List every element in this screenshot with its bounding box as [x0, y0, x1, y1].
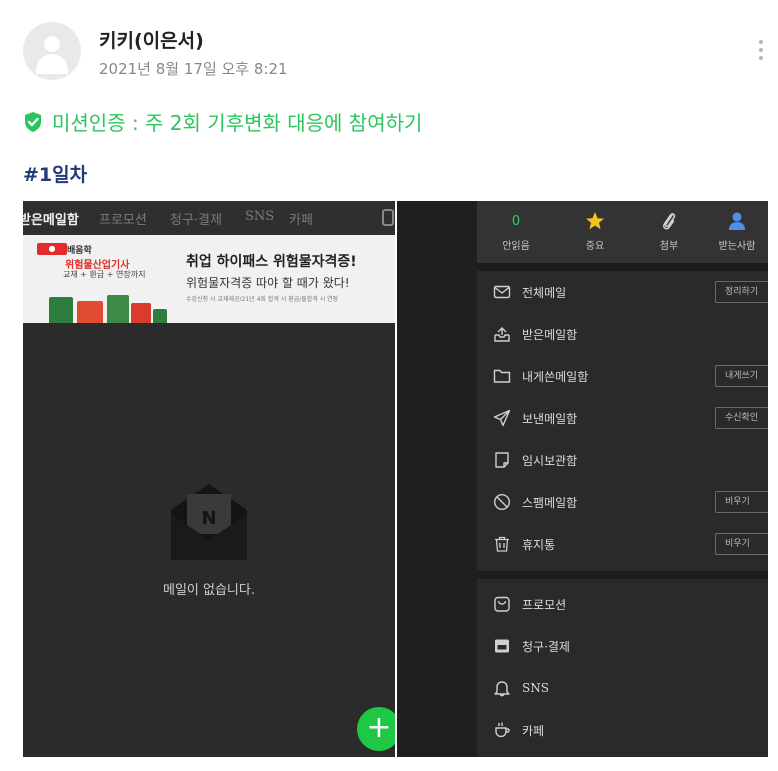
- envelope-mark: N: [201, 508, 216, 529]
- menu-label: 청구·결제: [522, 639, 570, 654]
- ad-school: 배움학: [67, 246, 92, 256]
- sidebar-strip: [397, 201, 477, 757]
- compose-icon[interactable]: [382, 209, 394, 226]
- send-icon: [493, 409, 511, 427]
- mailbox-list: 전체메일 정리하기 받은메일함 내게쓴메일함 내게쓰기 보낸메일함 수신확인 임…: [477, 271, 768, 565]
- ad-subline: 위험물자격증 따야 할 때가 왔다!: [186, 276, 350, 290]
- read-receipt-button[interactable]: 수신확인: [715, 407, 768, 429]
- envelope-icon: [493, 285, 511, 299]
- empty-envelope-icon: N: [171, 484, 247, 560]
- person-icon: [729, 212, 745, 230]
- menu-spam[interactable]: 스팸메일함 비우기: [477, 481, 768, 523]
- tab-cafe[interactable]: 카페: [289, 209, 313, 228]
- menu-label: 카페: [522, 723, 545, 738]
- category-list: 프로모션 청구·결제 SNS 카페: [477, 583, 768, 751]
- paperclip-icon: [663, 213, 676, 230]
- inbox-icon: [494, 327, 510, 342]
- menu-trash[interactable]: 휴지통 비우기: [477, 523, 768, 565]
- write-to-self-button[interactable]: 내게쓰기: [715, 365, 768, 387]
- day-title: #1일차: [23, 164, 88, 186]
- unread-count: 0: [511, 214, 521, 229]
- trash-icon: [495, 536, 509, 552]
- receipt-icon: [495, 639, 509, 653]
- bell-icon: [494, 681, 510, 697]
- ad-banner[interactable]: ● 배움학 위험물산업기사 교재 + 환급 + 연장까지 취업 하이패스 위험물…: [23, 235, 395, 323]
- stat-label: 받는사람: [718, 241, 756, 252]
- block-icon: [493, 493, 511, 511]
- empty-trash-button[interactable]: 비우기: [715, 533, 768, 555]
- menu-label: 스팸메일함: [522, 495, 578, 510]
- more-dot-icon: [759, 48, 763, 52]
- empty-inbox-message: 메일이 없습니다.: [163, 583, 255, 598]
- post-date: 2021년 8월 17일 오후 8:21: [99, 60, 288, 78]
- more-options-button[interactable]: [757, 40, 765, 66]
- compose-fab-button[interactable]: +: [357, 707, 395, 751]
- menu-billing[interactable]: 청구·결제: [477, 625, 768, 667]
- cup-icon: [495, 722, 510, 738]
- ad-headline: 취업 하이패스 위험물자격증!: [186, 254, 357, 270]
- tab-inbox[interactable]: 받은메일함: [23, 209, 79, 228]
- menu-label: 내게쓴메일함: [522, 369, 589, 384]
- gift-box-icon: [107, 295, 129, 323]
- organize-button[interactable]: 정리하기: [715, 281, 768, 303]
- stat-important[interactable]: 중요: [560, 211, 630, 252]
- gift-box-icon: [131, 303, 151, 323]
- gift-box-icon: [153, 309, 167, 323]
- stat-unread[interactable]: 0 안읽음: [481, 211, 551, 252]
- stat-label: 첨부: [659, 241, 679, 252]
- menu-promotion[interactable]: 프로모션: [477, 583, 768, 625]
- mail-stats-bar: 0 안읽음 중요 첨부 받는사람: [477, 201, 768, 263]
- gift-box-icon: [77, 301, 103, 323]
- folder-icon: [493, 369, 511, 383]
- menu-label: 임시보관함: [522, 453, 578, 468]
- inbox-screenshot: 받은메일함 프로모션 청구·결제 SNS 카페 ● 배움학 위험물산업기사 교재…: [23, 201, 395, 757]
- stat-attachment[interactable]: 첨부: [634, 211, 704, 252]
- more-dot-icon: [759, 40, 763, 44]
- section-divider: [477, 571, 768, 579]
- tab-billing[interactable]: 청구·결제: [170, 209, 222, 228]
- menu-sent-to-self[interactable]: 내게쓴메일함 내게쓰기: [477, 355, 768, 397]
- avatar-body: [36, 54, 68, 74]
- tab-promotion[interactable]: 프로모션: [99, 209, 147, 228]
- menu-drafts[interactable]: 임시보관함: [477, 439, 768, 481]
- avatar-head: [44, 36, 60, 52]
- tab-sns[interactable]: SNS: [245, 209, 274, 224]
- menu-label: 보낸메일함: [522, 411, 578, 426]
- menu-label: SNS: [522, 681, 549, 695]
- shield-check-icon: [25, 111, 41, 132]
- menu-cafe[interactable]: 카페: [477, 709, 768, 751]
- menu-inbox[interactable]: 받은메일함: [477, 313, 768, 355]
- star-icon: [586, 212, 604, 230]
- section-divider: [477, 263, 768, 271]
- mission-line: 미션인증 : 주 2회 기후변화 대응에 참여하기: [23, 107, 422, 136]
- mailbox-menu-screenshot: 0 안읽음 중요 첨부 받는사람 전체메일 정리하기 받은메일함 내게쓴메일함 …: [397, 201, 768, 757]
- ad-perks: 교재 + 환급 + 연장까지: [63, 270, 146, 279]
- menu-label: 프로모션: [522, 597, 567, 612]
- empty-spam-button[interactable]: 비우기: [715, 491, 768, 513]
- ad-fine-print: 수강신청 시 교재제공/21년 4회 합격 시 환급/불합격 시 연장: [186, 296, 339, 303]
- mail-tabbar: 받은메일함 프로모션 청구·결제 SNS 카페: [23, 201, 395, 235]
- menu-label: 전체메일: [522, 285, 567, 300]
- ad-logo: ●: [37, 243, 67, 255]
- menu-sent[interactable]: 보낸메일함 수신확인: [477, 397, 768, 439]
- post-header: 키키(이은서) 2021년 8월 17일 오후 8:21: [23, 18, 763, 84]
- draft-icon: [495, 452, 509, 468]
- menu-sns[interactable]: SNS: [477, 667, 768, 709]
- stat-label: 안읽음: [502, 241, 530, 252]
- more-dot-icon: [759, 56, 763, 60]
- mission-text: 미션인증 : 주 2회 기후변화 대응에 참여하기: [52, 111, 423, 135]
- bag-icon: [494, 596, 510, 612]
- menu-all-mail[interactable]: 전체메일 정리하기: [477, 271, 768, 313]
- stat-label: 중요: [585, 241, 605, 252]
- menu-label: 받은메일함: [522, 327, 578, 342]
- stat-recipient[interactable]: 받는사람: [702, 211, 768, 252]
- avatar[interactable]: [23, 22, 81, 80]
- gift-box-icon: [49, 297, 73, 323]
- author-name[interactable]: 키키(이은서): [99, 26, 204, 53]
- menu-label: 휴지통: [522, 537, 556, 552]
